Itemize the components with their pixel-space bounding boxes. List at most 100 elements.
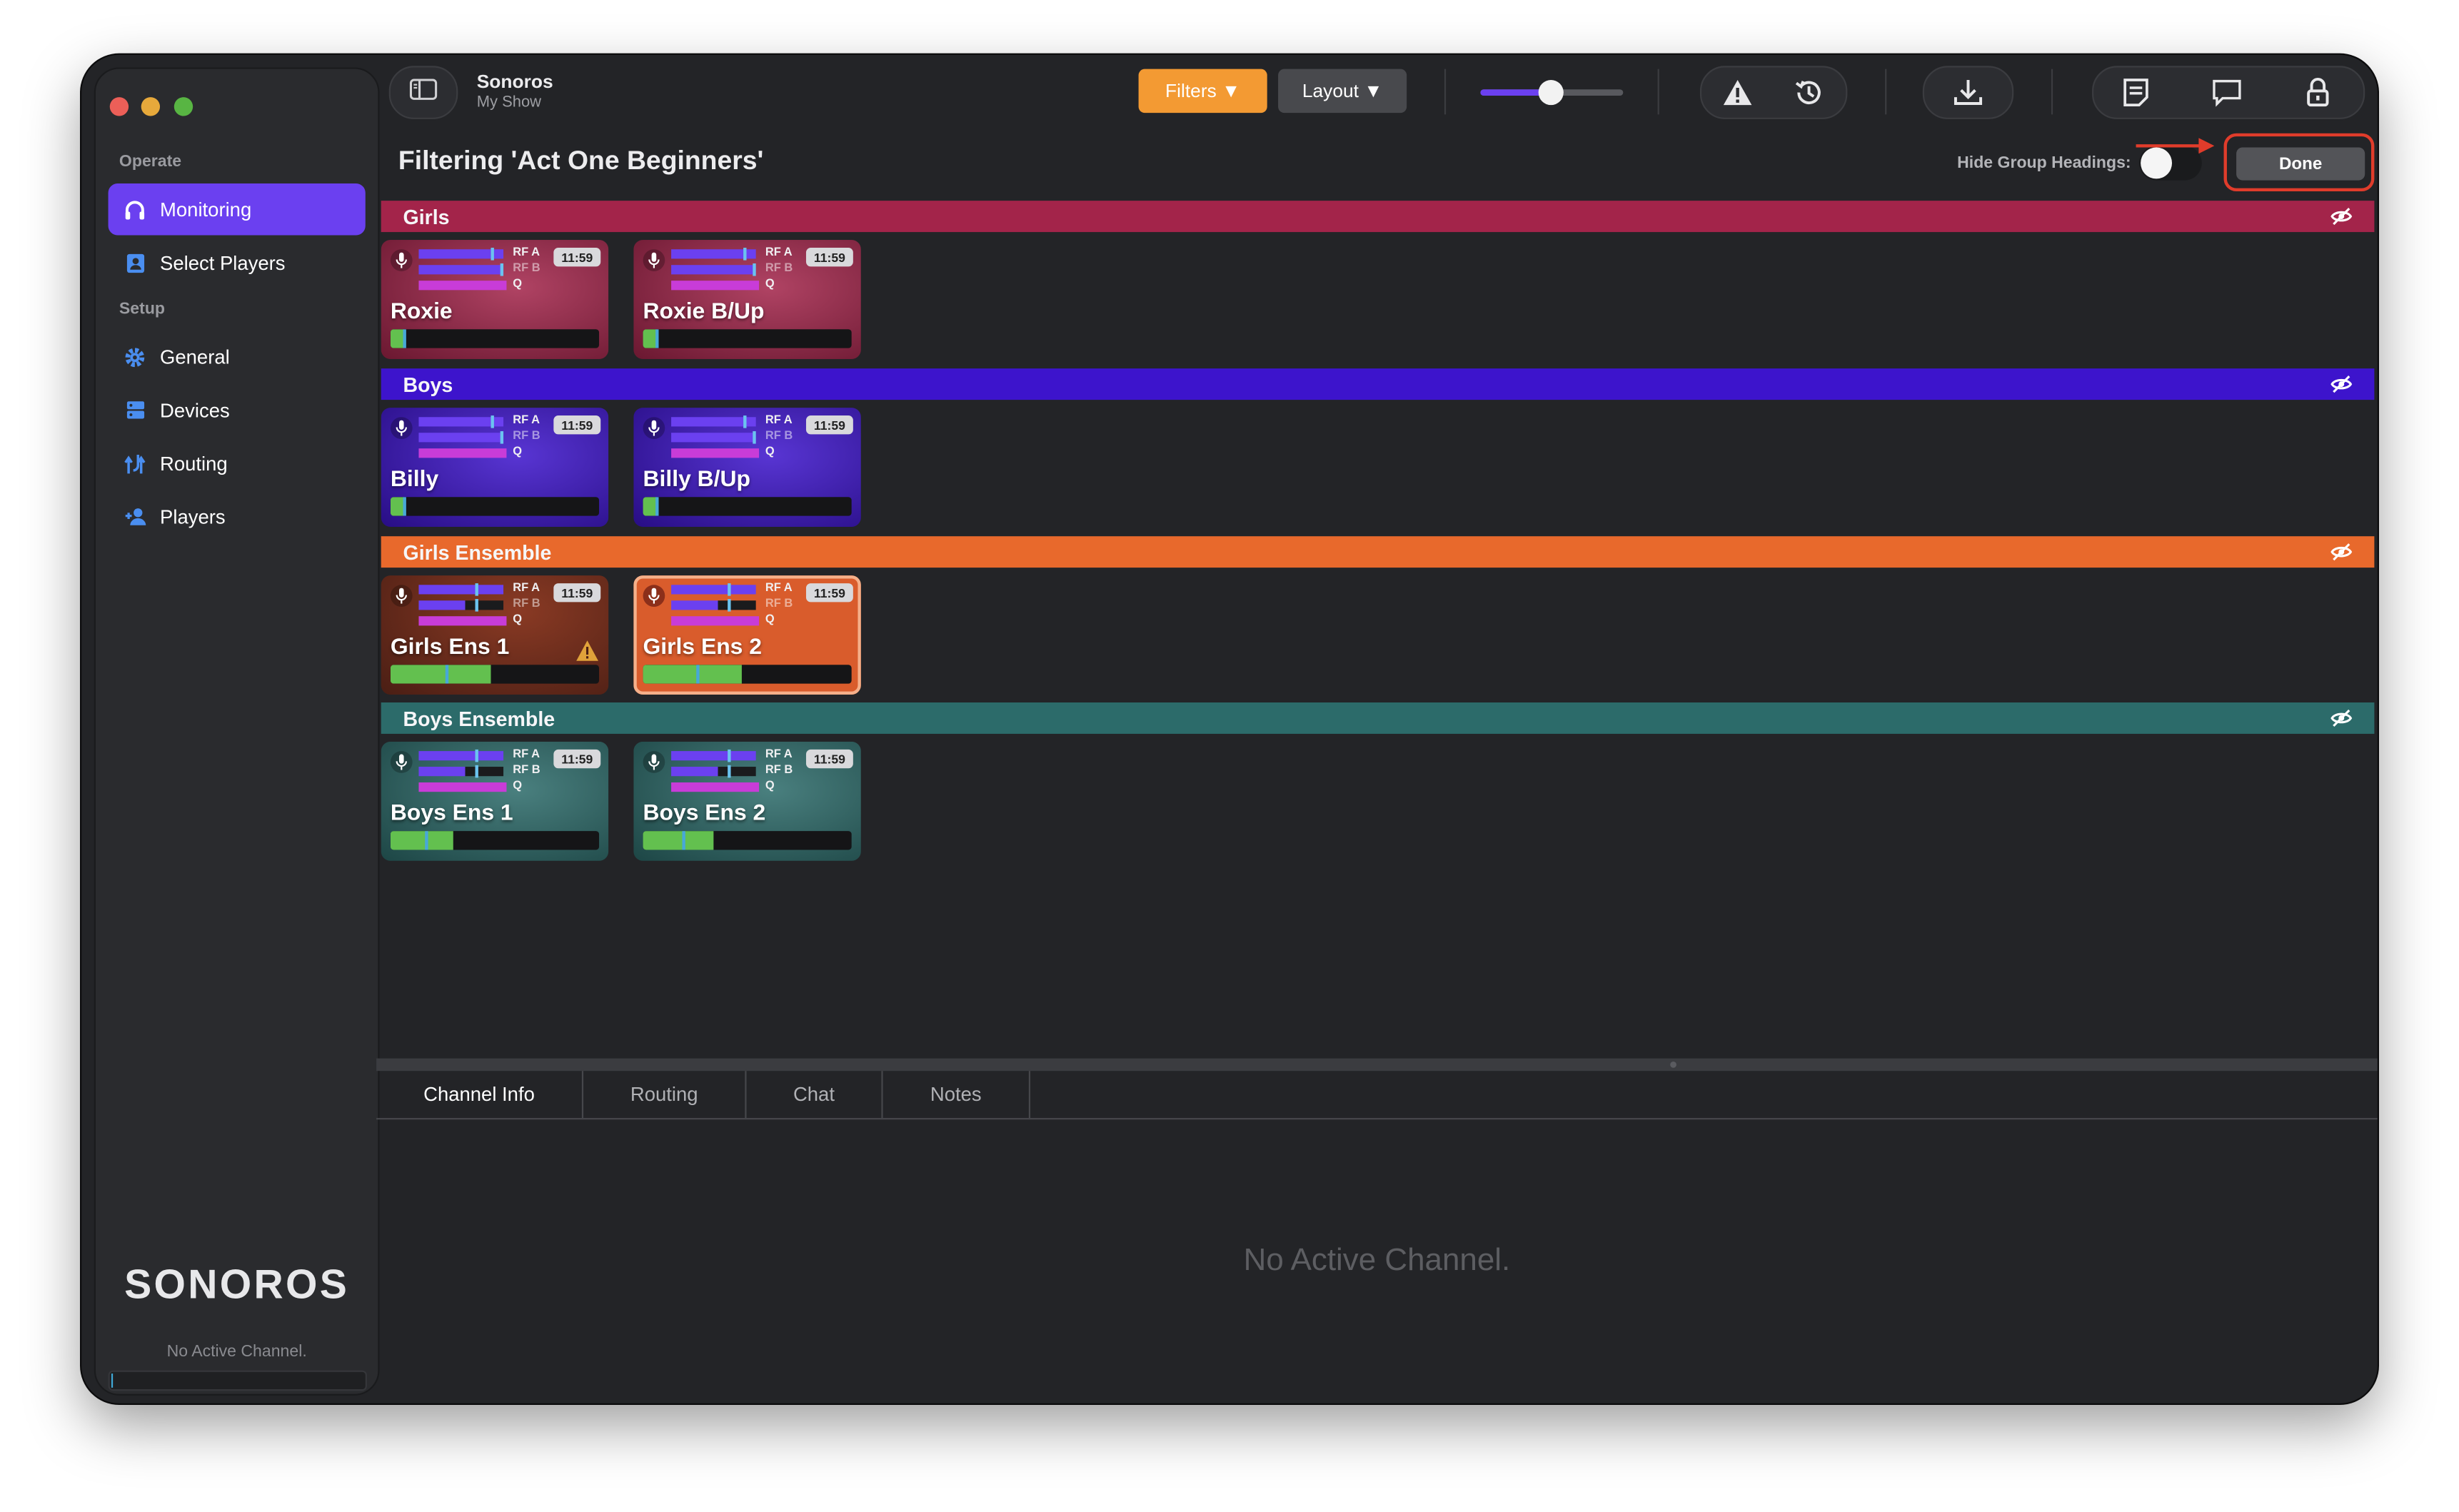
layout-button[interactable]: Layout ▼ (1278, 69, 1407, 114)
audio-level-peak (403, 497, 406, 516)
signal-bar (418, 767, 504, 777)
channel-card[interactable]: RF A RF B Q 11:59 Billy (381, 408, 609, 528)
done-button[interactable]: Done (2236, 147, 2365, 181)
signal-bar (671, 281, 760, 291)
microphone-icon (643, 417, 665, 440)
hide-group-icon[interactable] (2330, 541, 2353, 563)
q-label: Q (513, 611, 523, 626)
sidebar-section-operate: Operate (119, 152, 182, 171)
sidebar-item-devices[interactable]: Devices (109, 384, 366, 435)
signal-bar (418, 281, 507, 291)
microphone-icon (390, 585, 413, 608)
hide-group-icon[interactable] (2330, 206, 2353, 228)
channel-name: Billy B/Up (643, 467, 750, 493)
channel-name: Girls Ens 2 (643, 635, 762, 660)
group-heading: Boys Ensemble (381, 702, 2375, 734)
q-label: Q (765, 777, 775, 792)
channel-card[interactable]: RF A RF B Q 11:59 Roxie B/Up (633, 240, 861, 359)
routing-icon (122, 450, 147, 475)
sidebar-item-label: Routing (160, 452, 228, 475)
rf-a-label: RF A (765, 412, 793, 427)
signal-peak-marker (743, 248, 746, 261)
channel-card[interactable]: RF A RF B Q 11:59 Girls Ens 1 (381, 575, 609, 695)
rf-b-label: RF B (513, 762, 540, 777)
warning-icon[interactable] (1722, 77, 1754, 109)
channel-name: Roxie (390, 299, 453, 325)
microphone-icon (390, 751, 413, 773)
volume-slider-knob[interactable] (1538, 80, 1564, 106)
panel-resize-handle[interactable] (376, 1058, 2378, 1072)
q-label: Q (765, 276, 775, 291)
channel-card[interactable]: RF A RF B Q 11:59 Billy B/Up (633, 408, 861, 528)
channel-card[interactable]: RF A RF B Q 11:59 Boys Ens 1 (381, 741, 609, 861)
rf-a-label: RF A (765, 580, 793, 595)
audio-level-meter (643, 831, 852, 850)
history-icon[interactable] (1793, 77, 1824, 109)
notes-icon[interactable] (2121, 77, 2152, 109)
rf-b-label: RF B (513, 260, 540, 275)
hide-group-icon[interactable] (2330, 373, 2353, 395)
brand-logo: SONOROS (124, 1260, 350, 1308)
tab-chat[interactable]: Chat (747, 1071, 883, 1119)
sidebar-item-select-players[interactable]: Select Players (109, 237, 366, 288)
microphone-icon (643, 585, 665, 608)
sidebar-item-general[interactable]: General (109, 331, 366, 382)
hide-group-icon[interactable] (2330, 707, 2353, 730)
signal-peak-marker (728, 749, 730, 762)
audio-level-meter (643, 497, 852, 516)
close-window-button[interactable] (109, 97, 129, 116)
audio-level-fill (390, 665, 491, 684)
audio-level-peak (696, 665, 700, 684)
signal-bar (671, 616, 760, 626)
group-heading: Boys (381, 368, 2375, 400)
sidebar-item-monitoring[interactable]: Monitoring (108, 183, 366, 236)
zoom-window-button[interactable] (174, 97, 193, 116)
tab-routing[interactable]: Routing (583, 1071, 747, 1119)
sidebar-item-routing[interactable]: Routing (109, 438, 366, 489)
filters-button[interactable]: Filters ▼ (1138, 69, 1267, 114)
rf-a-label: RF A (765, 244, 793, 259)
sidebar-toggle-icon (409, 78, 438, 108)
minimize-window-button[interactable] (141, 97, 161, 116)
bottom-tab-bar: Channel Info Routing Chat Notes (376, 1071, 2378, 1120)
sidebar-item-players[interactable]: Players (109, 490, 366, 542)
q-label: Q (765, 443, 775, 458)
signal-peak-marker (491, 415, 493, 428)
microphone-icon (390, 417, 413, 440)
signal-bar (671, 600, 756, 610)
audio-level-meter (643, 329, 852, 348)
rf-a-label: RF A (513, 412, 540, 427)
download-icon[interactable] (1953, 77, 1984, 109)
add-person-icon (122, 504, 147, 529)
tab-notes[interactable]: Notes (883, 1071, 1031, 1119)
signal-bar (418, 616, 507, 626)
lock-icon[interactable] (2302, 77, 2333, 109)
signal-bar (671, 767, 756, 777)
channel-card[interactable]: RF A RF B Q 11:59 Roxie (381, 240, 609, 359)
server-icon (122, 398, 147, 423)
signal-bar (418, 600, 504, 610)
channel-card[interactable]: RF A RF B Q 11:59 Girls Ens 2 (633, 575, 861, 695)
volume-slider[interactable] (1480, 80, 1624, 106)
tab-channel-info[interactable]: Channel Info (376, 1071, 584, 1119)
rf-b-label: RF B (765, 762, 793, 777)
rf-a-label: RF A (513, 244, 540, 259)
channel-card[interactable]: RF A RF B Q 11:59 Boys Ens 2 (633, 741, 861, 861)
clock-badge: 11:59 (553, 248, 601, 267)
filter-title: Filtering 'Act One Beginners' (398, 146, 764, 176)
audio-level-meter (390, 831, 600, 850)
toolbar-divider (1885, 69, 1887, 115)
toolbar-divider (2051, 69, 2053, 115)
signal-bar (671, 751, 756, 761)
rf-b-label: RF B (513, 595, 540, 610)
sidebar-item-label: Devices (160, 398, 230, 421)
signal-peak-marker (491, 248, 493, 261)
chat-icon[interactable] (2211, 77, 2243, 109)
clock-badge: 11:59 (805, 415, 853, 435)
channel-name: Roxie B/Up (643, 299, 765, 325)
sidebar-item-label: Players (160, 505, 226, 528)
rf-b-label: RF B (765, 428, 793, 443)
sidebar-toggle-button[interactable] (388, 66, 458, 119)
empty-channel-message: No Active Channel. (1243, 1243, 1511, 1279)
signal-peak-marker (728, 583, 730, 596)
